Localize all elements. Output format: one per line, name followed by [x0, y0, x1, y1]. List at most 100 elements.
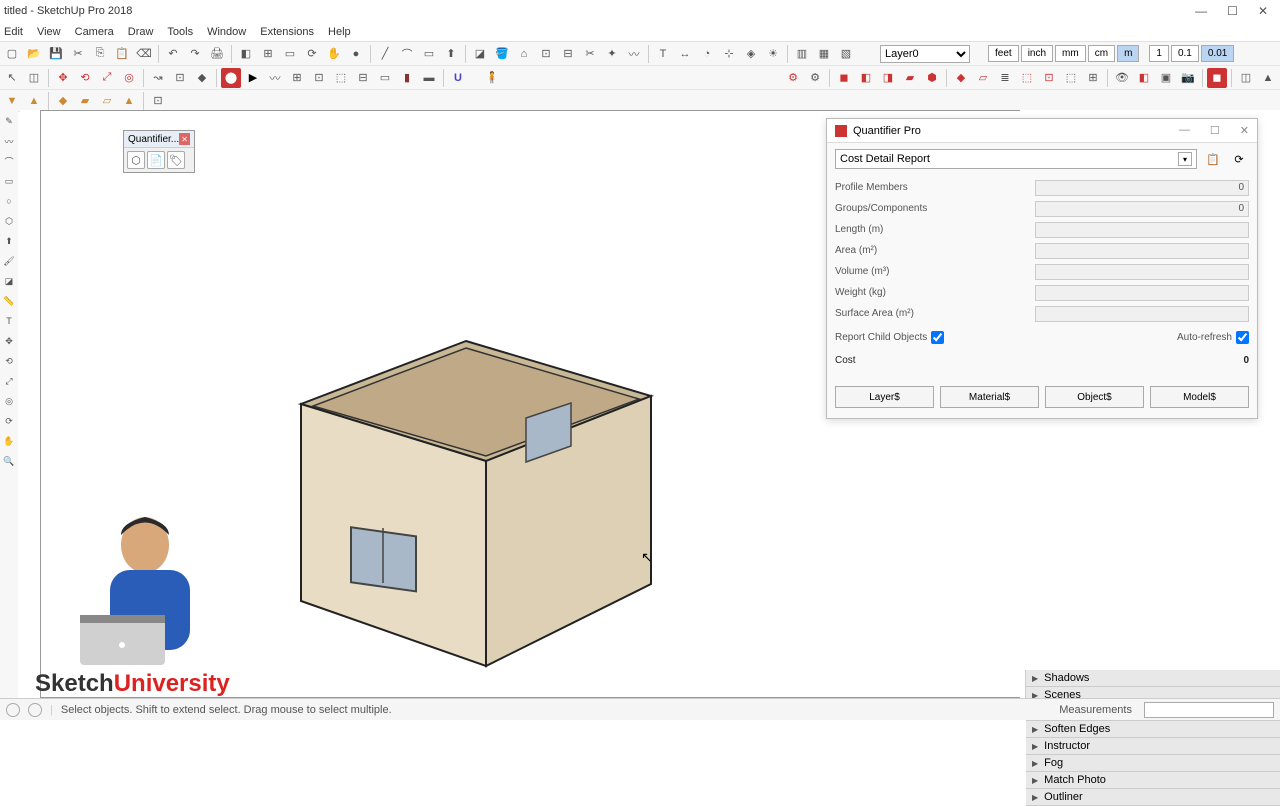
- lt-text-icon[interactable]: T: [2, 314, 16, 328]
- lt-zoom-icon[interactable]: 🔍: [2, 454, 16, 468]
- red-b-icon[interactable]: ◧: [856, 68, 876, 88]
- report-icon[interactable]: ⊞: [1083, 68, 1103, 88]
- dimension-icon[interactable]: ↔: [675, 44, 695, 64]
- view-b-icon[interactable]: ▦: [814, 44, 834, 64]
- sandbox-b-icon[interactable]: ▲: [24, 91, 44, 111]
- lt-push-icon[interactable]: ⬆: [2, 234, 16, 248]
- precision-0-1[interactable]: 0.1: [1171, 45, 1199, 62]
- offset-icon[interactable]: ◎: [119, 68, 139, 88]
- cube-icon[interactable]: ◧: [1134, 68, 1154, 88]
- circle-icon[interactable]: ●: [346, 44, 366, 64]
- lt-move-icon[interactable]: ✥: [2, 334, 16, 348]
- report-child-checkbox[interactable]: [931, 331, 944, 344]
- tape-icon[interactable]: 〰: [624, 44, 644, 64]
- undo-icon[interactable]: ↶: [163, 44, 183, 64]
- sandbox-g-icon[interactable]: ⊡: [148, 91, 168, 111]
- copy-report-icon[interactable]: 📋: [1203, 149, 1223, 169]
- paste-icon[interactable]: 📋: [112, 44, 132, 64]
- front-icon[interactable]: ▭: [280, 44, 300, 64]
- next-icon[interactable]: ⊡: [309, 68, 329, 88]
- zoom-icon[interactable]: ⊟: [353, 68, 373, 88]
- lt-freehand-icon[interactable]: 〰: [2, 134, 16, 148]
- view-c-icon[interactable]: ▧: [836, 44, 856, 64]
- lt-poly-icon[interactable]: ⬡: [2, 214, 16, 228]
- lt-circle-icon[interactable]: ○: [2, 194, 16, 208]
- red-k-icon[interactable]: ◼: [1207, 68, 1227, 88]
- menu-extensions[interactable]: Extensions: [260, 26, 314, 38]
- tray-shadows[interactable]: Shadows: [1026, 670, 1280, 687]
- 3dtext-icon[interactable]: T: [653, 44, 673, 64]
- red-d-icon[interactable]: ▰: [900, 68, 920, 88]
- report-select[interactable]: Cost Detail Report ▾: [835, 149, 1197, 169]
- rotate-icon[interactable]: ⟲: [75, 68, 95, 88]
- new-icon[interactable]: ▢: [2, 44, 22, 64]
- section-icon[interactable]: ✂: [580, 44, 600, 64]
- warehouse-icon[interactable]: ⌂: [514, 44, 534, 64]
- extents-icon[interactable]: ⬚: [331, 68, 351, 88]
- qt-b-icon[interactable]: 📄: [147, 151, 165, 169]
- outer-icon[interactable]: ⊡: [170, 68, 190, 88]
- arc-icon[interactable]: ⌒: [397, 44, 417, 64]
- figure-icon[interactable]: 🧍: [482, 68, 502, 88]
- tray-match-photo[interactable]: Match Photo: [1026, 772, 1280, 789]
- close-button[interactable]: ✕: [1258, 4, 1268, 18]
- save-icon[interactable]: 💾: [46, 44, 66, 64]
- protractor-icon[interactable]: ◔: [697, 44, 717, 64]
- lt-orbit-icon[interactable]: ⟳: [2, 414, 16, 428]
- unit-mm[interactable]: mm: [1055, 45, 1086, 62]
- unit-inch[interactable]: inch: [1021, 45, 1053, 62]
- lt-eraser-icon[interactable]: ◪: [2, 274, 16, 288]
- lt-rect-icon[interactable]: ▭: [2, 174, 16, 188]
- qp-maximize-icon[interactable]: ☐: [1210, 124, 1220, 137]
- shadows-icon[interactable]: ☀: [763, 44, 783, 64]
- mirror-b-icon[interactable]: ▲: [1258, 68, 1278, 88]
- tray-instructor[interactable]: Instructor: [1026, 738, 1280, 755]
- material-cost-button[interactable]: Material$: [940, 386, 1039, 408]
- print-icon[interactable]: 🖨: [207, 44, 227, 64]
- sandbox-d-icon[interactable]: ▰: [75, 91, 95, 111]
- qp-minimize-icon[interactable]: —: [1179, 124, 1190, 137]
- open-icon[interactable]: 📂: [24, 44, 44, 64]
- lt-paint-icon[interactable]: 🖌: [2, 254, 16, 268]
- sandbox-c-icon[interactable]: ◆: [53, 91, 73, 111]
- copy-icon[interactable]: ⎘: [90, 44, 110, 64]
- move-icon[interactable]: ✥: [53, 68, 73, 88]
- red-f-icon[interactable]: ◆: [951, 68, 971, 88]
- lt-scale-icon[interactable]: ⤢: [2, 374, 16, 388]
- unit-m[interactable]: m: [1117, 45, 1139, 62]
- view-a-icon[interactable]: ▥: [792, 44, 812, 64]
- lt-rotate-icon[interactable]: ⟲: [2, 354, 16, 368]
- xray-icon[interactable]: ◈: [741, 44, 761, 64]
- sandbox-a-icon[interactable]: ▼: [2, 91, 22, 111]
- prev-icon[interactable]: ⊞: [287, 68, 307, 88]
- help-icon[interactable]: [6, 703, 20, 717]
- followme-icon[interactable]: ↝: [148, 68, 168, 88]
- red-a-icon[interactable]: ◼: [834, 68, 854, 88]
- erase-icon[interactable]: ⌫: [134, 44, 154, 64]
- unit-feet[interactable]: feet: [988, 45, 1019, 62]
- group-icon[interactable]: ⊟: [558, 44, 578, 64]
- component-icon[interactable]: ⊡: [536, 44, 556, 64]
- ext-a-icon[interactable]: ⚙: [783, 68, 803, 88]
- sample-icon[interactable]: ▬: [419, 68, 439, 88]
- make-comp-icon[interactable]: ◫: [24, 68, 44, 88]
- red-h-icon[interactable]: ⬚: [1017, 68, 1037, 88]
- autorefresh-checkbox[interactable]: [1236, 331, 1249, 344]
- lt-tape-icon[interactable]: 📏: [2, 294, 16, 308]
- tray-outliner[interactable]: Outliner: [1026, 789, 1280, 806]
- minimize-button[interactable]: —: [1195, 4, 1207, 18]
- cut-icon[interactable]: ✂: [68, 44, 88, 64]
- lt-pencil-icon[interactable]: ✎: [2, 114, 16, 128]
- menu-edit[interactable]: Edit: [4, 26, 23, 38]
- menu-window[interactable]: Window: [207, 26, 246, 38]
- layers-icon[interactable]: ≣: [995, 68, 1015, 88]
- measurements-input[interactable]: [1144, 702, 1274, 718]
- menu-camera[interactable]: Camera: [75, 26, 114, 38]
- qt-a-icon[interactable]: ⬡: [127, 151, 145, 169]
- lt-pan-icon[interactable]: ✋: [2, 434, 16, 448]
- top-icon[interactable]: ⊞: [258, 44, 278, 64]
- layer-cost-button[interactable]: Layer$: [835, 386, 934, 408]
- select-icon[interactable]: ↖: [2, 68, 22, 88]
- unit-cm[interactable]: cm: [1088, 45, 1115, 62]
- sandbox-e-icon[interactable]: ▱: [97, 91, 117, 111]
